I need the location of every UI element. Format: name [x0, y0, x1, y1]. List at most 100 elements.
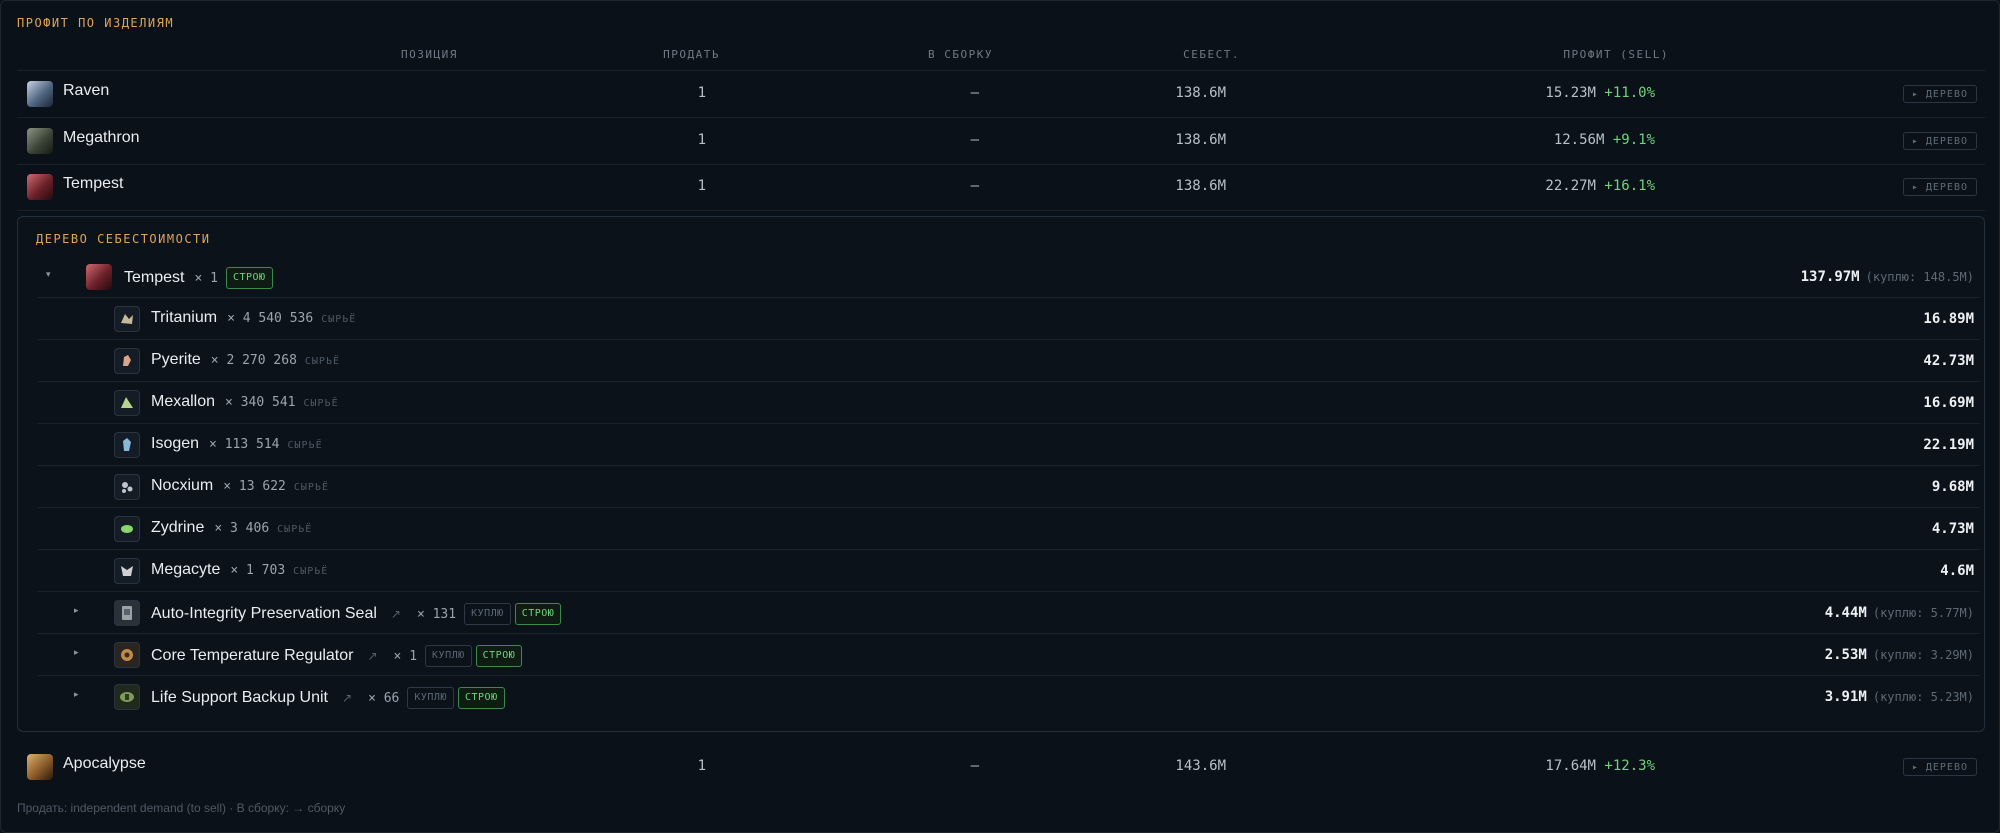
megacyte-icon	[114, 558, 140, 584]
isogen-icon	[114, 432, 140, 458]
tree-button[interactable]: ▸ ДЕРЕВО	[1902, 132, 1977, 150]
item-name: Tempest	[63, 175, 124, 192]
buy-badge[interactable]: КУПЛЮ	[407, 687, 454, 709]
material-cost: 22.19M	[1923, 437, 1974, 453]
tempest-ship-icon	[27, 174, 53, 200]
profit-value: 15.23M +11.0%	[1545, 85, 1655, 101]
external-link-icon[interactable]: ↗	[342, 691, 352, 705]
build-badge[interactable]: СТРОЮ	[514, 603, 562, 625]
external-link-icon[interactable]: ↗	[391, 607, 401, 621]
quantity: × 1 703	[230, 563, 286, 578]
sell-qty: 1	[697, 85, 706, 101]
buy-badge[interactable]: КУПЛЮ	[425, 645, 472, 667]
col-header-profit: ПРОФИТ (SELL)	[1563, 48, 1669, 61]
component-cost: 4.44M (куплю: 5.77M)	[1824, 605, 1974, 621]
nocxium-icon	[114, 474, 140, 500]
component-name: Auto-Integrity Preservation Seal ↗ × 131 КУ…	[151, 603, 562, 625]
component-name: Life Support Backup Unit ↗ × 66 КУПЛЮ СТРОЮ	[151, 687, 505, 709]
expand-caret-icon[interactable]: ▸	[74, 648, 79, 658]
material-name: Isogen × 113 514 СЫРЬЁ	[151, 435, 323, 452]
quantity: × 340 541	[225, 395, 296, 410]
profit-percent: +16.1%	[1604, 178, 1655, 194]
raw-label: СЫРЬЁ	[293, 482, 329, 493]
zydrine-icon	[114, 516, 140, 542]
col-header-cost: СЕБЕСТ.	[1183, 48, 1240, 61]
seal-component-icon	[114, 600, 140, 626]
megathron-ship-icon	[27, 128, 53, 154]
quantity: × 1	[194, 271, 218, 286]
item-row-raven[interactable]: Raven 1 — 138.6M 15.23M +11.0% ▸ ДЕРЕВО	[17, 71, 1985, 117]
item-name: Raven	[63, 82, 110, 99]
tree-button[interactable]: ▸ ДЕРЕВО	[1902, 85, 1977, 103]
divider	[17, 210, 1985, 211]
material-name: Mexallon × 340 541 СЫРЬЁ	[151, 393, 339, 410]
collapse-caret-icon[interactable]: ▾	[46, 270, 51, 280]
build-badge[interactable]: СТРОЮ	[225, 267, 273, 289]
material-row: Mexallon × 340 541 СЫРЬЁ 16.69M	[38, 383, 1980, 424]
quantity: × 13 622	[223, 479, 286, 494]
quantity: × 2 270 268	[210, 353, 297, 368]
divider	[38, 633, 1980, 634]
material-cost: 9.68M	[1931, 479, 1974, 495]
pyerite-icon	[114, 348, 140, 374]
expand-caret-icon[interactable]: ▸	[74, 606, 79, 616]
material-cost: 16.69M	[1923, 395, 1974, 411]
material-row: Zydrine × 3 406 СЫРЬЁ 4.73M	[38, 509, 1980, 550]
buy-price: (куплю: 5.23M)	[1872, 690, 1974, 704]
material-row: Nocxium × 13 622 СЫРЬЁ 9.68M	[38, 467, 1980, 508]
expand-caret-icon[interactable]: ▸	[74, 690, 79, 700]
component-row[interactable]: ▸ Life Support Backup Unit ↗ × 66 КУПЛЮ СТРО…	[38, 677, 1980, 718]
raw-label: СЫРЬЁ	[321, 314, 357, 325]
build-qty: —	[970, 178, 979, 194]
tree-button[interactable]: ▸ ДЕРЕВО	[1902, 178, 1977, 196]
quantity: × 131	[416, 607, 457, 622]
build-badge[interactable]: СТРОЮ	[457, 687, 505, 709]
build-badge[interactable]: СТРОЮ	[475, 645, 523, 667]
profit-percent: +9.1%	[1612, 132, 1655, 148]
profit-percent: +11.0%	[1604, 85, 1655, 101]
item-row-tempest[interactable]: Tempest 1 — 138.6M 22.27M +16.1% ▸ ДЕРЕВ…	[17, 164, 1985, 210]
material-cost: 16.89M	[1923, 311, 1974, 327]
apocalypse-ship-icon	[27, 754, 53, 780]
item-row-megathron[interactable]: Megathron 1 — 138.6M 12.56M +9.1% ▸ ДЕРЕ…	[17, 118, 1985, 164]
footer-note: Продать: independent demand (to sell) · …	[17, 801, 346, 815]
mexallon-icon	[114, 390, 140, 416]
divider	[38, 423, 1980, 424]
build-qty: —	[970, 132, 979, 148]
section-title: ПРОФИТ ПО ИЗДЕЛИЯМ	[17, 16, 175, 30]
backup-unit-component-icon	[114, 684, 140, 710]
tree-root-cost: 137.97M (куплю: 148.5M)	[1800, 269, 1974, 285]
divider	[38, 381, 1980, 382]
profit-percent: +12.3%	[1604, 758, 1655, 774]
cost-tree-title: ДЕРЕВО СЕБЕСТОИМОСТИ	[36, 232, 211, 246]
quantity: × 4 540 536	[227, 311, 314, 326]
sell-qty: 1	[697, 132, 706, 148]
material-name: Pyerite × 2 270 268 СЫРЬЁ	[151, 351, 340, 368]
divider	[38, 297, 1980, 298]
component-row[interactable]: ▸ Core Temperature Regulator ↗ × 1 КУПЛЮ СТР…	[38, 635, 1980, 676]
component-row[interactable]: ▸ Auto-Integrity Preservation Seal ↗ × 131…	[38, 593, 1980, 634]
quantity: × 1	[393, 649, 418, 664]
external-link-icon[interactable]: ↗	[367, 649, 377, 663]
divider	[38, 465, 1980, 466]
col-header-sell: ПРОДАТЬ	[663, 48, 720, 61]
tree-button[interactable]: ▸ ДЕРЕВО	[1902, 758, 1977, 776]
sell-qty: 1	[697, 758, 706, 774]
material-name: Tritanium × 4 540 536 СЫРЬЁ	[151, 309, 357, 326]
tritanium-icon	[114, 306, 140, 332]
material-cost: 4.6M	[1940, 563, 1974, 579]
cost-value: 138.6M	[1175, 132, 1226, 148]
component-name: Core Temperature Regulator ↗ × 1 КУПЛЮ СТРОЮ	[151, 645, 523, 667]
cost-value: 143.6M	[1175, 758, 1226, 774]
buy-badge[interactable]: КУПЛЮ	[464, 603, 511, 625]
divider	[38, 339, 1980, 340]
material-row: Tritanium × 4 540 536 СЫРЬЁ 16.89M	[38, 299, 1980, 340]
tree-root-row[interactable]: ▾ Tempest × 1 СТРОЮ 137.97M (куплю: 148.5M)	[38, 257, 1980, 298]
material-row: Isogen × 113 514 СЫРЬЁ 22.19M	[38, 425, 1980, 466]
item-row-apocalypse[interactable]: Apocalypse 1 — 143.6M 17.64M +12.3% ▸ ДЕ…	[17, 744, 1985, 790]
profit-value: 17.64M +12.3%	[1545, 758, 1655, 774]
divider	[38, 507, 1980, 508]
material-cost: 42.73M	[1923, 353, 1974, 369]
tree-root-name: Tempest × 1 СТРОЮ	[124, 267, 273, 289]
buy-price: (куплю: 148.5M)	[1865, 270, 1974, 284]
